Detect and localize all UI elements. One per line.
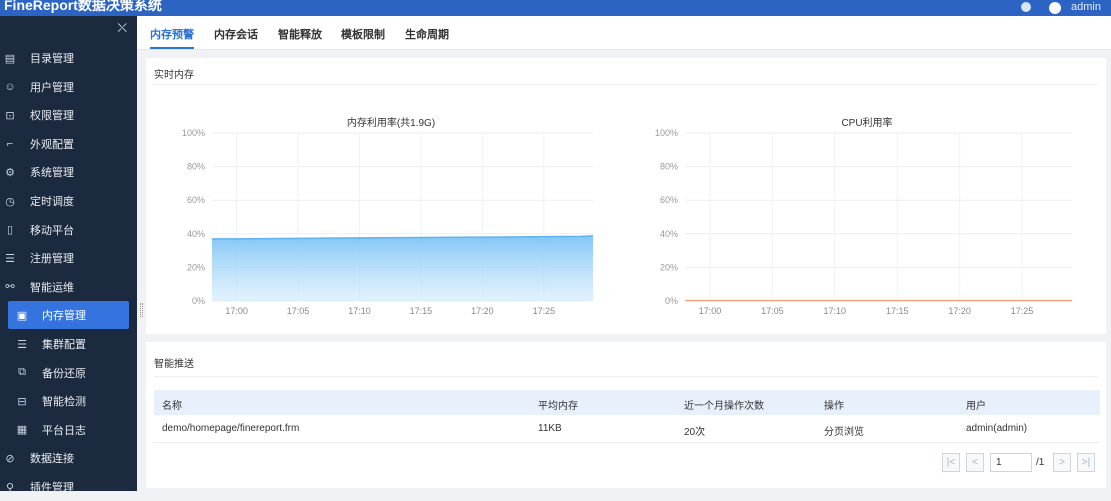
x-tick-label: 17:00 — [699, 306, 722, 316]
x-tick-label: 17:00 — [225, 306, 248, 316]
panel-title: 智能推送 — [154, 359, 194, 370]
x-tick-label: 17:20 — [471, 306, 494, 316]
y-tick-label: 100% — [655, 128, 678, 138]
last-page-button[interactable]: >| — [1077, 453, 1095, 472]
cell-name: demo/homepage/finereport.frm — [162, 423, 300, 434]
cell-ops-count: 20次 — [684, 427, 706, 438]
memory-area-series — [212, 235, 593, 301]
y-tick-label: 40% — [660, 229, 678, 239]
y-tick-label: 60% — [187, 195, 205, 205]
prev-page-button[interactable]: < — [966, 453, 984, 472]
y-tick-label: 80% — [660, 162, 678, 172]
first-page-button[interactable]: |< — [942, 453, 960, 472]
x-tick-label: 17:10 — [824, 306, 847, 316]
cell-operation[interactable]: 分页浏览 — [824, 423, 864, 438]
next-page-button[interactable]: > — [1053, 453, 1071, 472]
column-header: 操作 — [824, 401, 844, 412]
x-tick-label: 17:25 — [1011, 306, 1034, 316]
column-header: 近一个月操作次数 — [684, 401, 764, 412]
y-tick-label: 0% — [665, 296, 678, 306]
cell-user: admin(admin) — [966, 423, 1028, 434]
table-row[interactable]: demo/homepage/finereport.frm 11KB 20次 分页… — [154, 415, 1100, 443]
y-tick-label: 20% — [187, 262, 205, 272]
cell-avg-memory: 11KB — [538, 423, 562, 434]
x-tick-label: 17:05 — [761, 306, 784, 316]
x-tick-label: 17:25 — [533, 306, 556, 316]
y-tick-label: 0% — [192, 296, 205, 306]
y-tick-label: 40% — [187, 229, 205, 239]
y-tick-label: 60% — [660, 195, 678, 205]
page-total: /1 — [1036, 457, 1045, 468]
x-tick-label: 17:20 — [948, 306, 971, 316]
column-header: 名称 — [162, 401, 182, 412]
x-tick-label: 17:15 — [886, 306, 909, 316]
y-tick-label: 80% — [187, 162, 205, 172]
x-tick-label: 17:10 — [348, 306, 371, 316]
column-header: 平均内存 — [538, 401, 578, 412]
y-tick-label: 100% — [182, 128, 205, 138]
table-header: 名称 平均内存 近一个月操作次数 操作 用户 — [154, 390, 1100, 415]
y-tick-label: 20% — [660, 262, 678, 272]
x-tick-label: 17:05 — [287, 306, 310, 316]
page-input[interactable]: 1 — [990, 453, 1032, 472]
x-tick-label: 17:15 — [410, 306, 433, 316]
column-header: 用户 — [966, 401, 986, 412]
